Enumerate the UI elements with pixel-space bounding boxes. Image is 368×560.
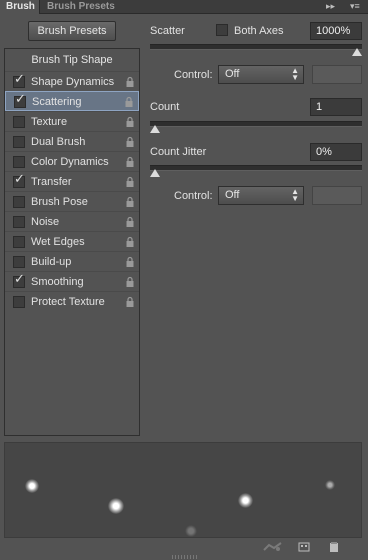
collapse-icon[interactable]: ▸▸ [326, 1, 335, 12]
toggle-live-tip-preview-icon[interactable] [262, 541, 284, 553]
brush-stroke-preview [4, 442, 362, 538]
tip-item-brush-pose[interactable]: Brush Pose [5, 191, 139, 211]
tip-item-color-dynamics[interactable]: Color Dynamics [5, 151, 139, 171]
count-jitter-slider-track[interactable] [150, 165, 362, 171]
tip-item-label: Protect Texture [31, 296, 105, 308]
checkmark-icon: ✓ [14, 171, 25, 186]
both-axes-checkbox[interactable] [216, 24, 228, 36]
lock-icon[interactable] [125, 236, 135, 248]
lock-icon[interactable] [125, 216, 135, 228]
select-arrows-icon: ▲ ▼ [291, 66, 299, 82]
tip-item-protect-texture[interactable]: Protect Texture [5, 291, 139, 311]
grid-view-icon[interactable] [298, 541, 310, 553]
count-jitter-label: Count Jitter [150, 146, 207, 158]
lock-icon[interactable] [125, 176, 135, 188]
tip-item-checkbox[interactable] [13, 116, 25, 128]
tip-item-checkbox[interactable] [13, 196, 25, 208]
lock-icon[interactable] [124, 96, 134, 108]
brush-dab [325, 480, 335, 490]
tip-item-checkbox[interactable] [13, 236, 25, 248]
count-jitter-control-value: Off [225, 189, 240, 201]
tip-item-label: Scattering [32, 96, 82, 108]
tip-item-checkbox[interactable] [13, 156, 25, 168]
tip-item-shape-dynamics[interactable]: ✓ Shape Dynamics [5, 71, 139, 91]
tip-item-checkbox[interactable] [13, 136, 25, 148]
select-arrows-icon: ▲ ▼ [291, 187, 299, 203]
brush-tip-shape-item[interactable]: Brush Tip Shape [5, 49, 139, 71]
tip-item-label: Brush Pose [31, 196, 88, 208]
lock-icon[interactable] [125, 76, 135, 88]
tip-item-transfer[interactable]: ✓ Transfer [5, 171, 139, 191]
tip-item-smoothing[interactable]: ✓ Smoothing [5, 271, 139, 291]
tip-item-label: Texture [31, 116, 68, 128]
checkmark-icon: ✓ [14, 71, 25, 86]
tip-item-checkbox[interactable]: ✓ [14, 92, 26, 108]
brush-presets-button[interactable]: Brush Presets [28, 21, 116, 41]
lock-icon[interactable] [125, 116, 135, 128]
create-new-brush-icon[interactable] [328, 541, 340, 553]
count-jitter-slider-thumb[interactable] [150, 169, 160, 177]
tip-item-label: Shape Dynamics [31, 76, 115, 88]
brush-settings-list: Brush Tip Shape ✓ Shape Dynamics ✓ Scatteri… [4, 48, 140, 436]
lock-icon[interactable] [125, 256, 135, 268]
checkmark-icon: ✓ [15, 91, 26, 106]
count-value-field[interactable]: 1 [310, 98, 362, 116]
lock-icon[interactable] [125, 156, 135, 168]
scatter-control-select[interactable]: Off ▲ ▼ [218, 65, 304, 84]
both-axes-label: Both Axes [234, 25, 284, 37]
tip-item-noise[interactable]: Noise [5, 211, 139, 231]
count-slider-thumb[interactable] [150, 125, 160, 133]
brush-dab [25, 479, 39, 493]
tip-item-label: Smoothing [31, 276, 84, 288]
tip-item-dual-brush[interactable]: Dual Brush [5, 131, 139, 151]
count-slider-track[interactable] [150, 121, 362, 127]
scatter-control-label: Control: [174, 69, 213, 81]
scatter-control-value: Off [225, 68, 240, 80]
tip-item-build-up[interactable]: Build-up [5, 251, 139, 271]
scatter-label: Scatter [150, 25, 185, 37]
tip-item-label: Transfer [31, 176, 72, 188]
scatter-slider-track[interactable] [150, 44, 362, 50]
tip-item-label: Wet Edges [31, 236, 85, 248]
tab-brush-presets[interactable]: Brush Presets [41, 0, 121, 14]
tip-item-checkbox[interactable] [13, 256, 25, 268]
scatter-value-field[interactable]: 1000% [310, 22, 362, 40]
panel-menu-icon[interactable]: ▾≡ [350, 1, 360, 12]
lock-icon[interactable] [125, 296, 135, 308]
count-jitter-value-field[interactable]: 0% [310, 143, 362, 161]
lock-icon[interactable] [125, 196, 135, 208]
lock-icon[interactable] [125, 276, 135, 288]
checkmark-icon: ✓ [14, 271, 25, 286]
count-label: Count [150, 101, 180, 113]
scatter-slider-thumb[interactable] [352, 48, 362, 56]
count-jitter-control-select[interactable]: Off ▲ ▼ [218, 186, 304, 205]
panel-tab-bar: Brush Brush Presets ▸▸ ▾≡ [0, 0, 368, 14]
tip-item-checkbox[interactable]: ✓ [13, 72, 25, 88]
tip-item-texture[interactable]: Texture [5, 111, 139, 131]
lock-icon[interactable] [125, 136, 135, 148]
tip-item-label: Dual Brush [31, 136, 86, 148]
brush-dab [108, 498, 124, 514]
scatter-control-extra-field [312, 65, 362, 84]
tip-item-checkbox[interactable] [13, 296, 25, 308]
count-jitter-control-label: Control: [174, 190, 213, 202]
tip-item-label: Build-up [31, 256, 72, 268]
tip-item-checkbox[interactable]: ✓ [13, 172, 25, 188]
tip-item-scattering[interactable]: ✓ Scattering [5, 91, 139, 111]
resize-grip-icon[interactable] [172, 555, 198, 559]
tip-item-checkbox[interactable] [13, 216, 25, 228]
count-jitter-control-extra-field [312, 186, 362, 205]
tip-item-checkbox[interactable]: ✓ [13, 272, 25, 288]
tip-item-label: Color Dynamics [31, 156, 109, 168]
brush-dab [185, 525, 197, 537]
brush-dab [238, 493, 253, 508]
tip-item-wet-edges[interactable]: Wet Edges [5, 231, 139, 251]
tip-item-label: Noise [31, 216, 60, 228]
tab-brush[interactable]: Brush [0, 0, 40, 14]
